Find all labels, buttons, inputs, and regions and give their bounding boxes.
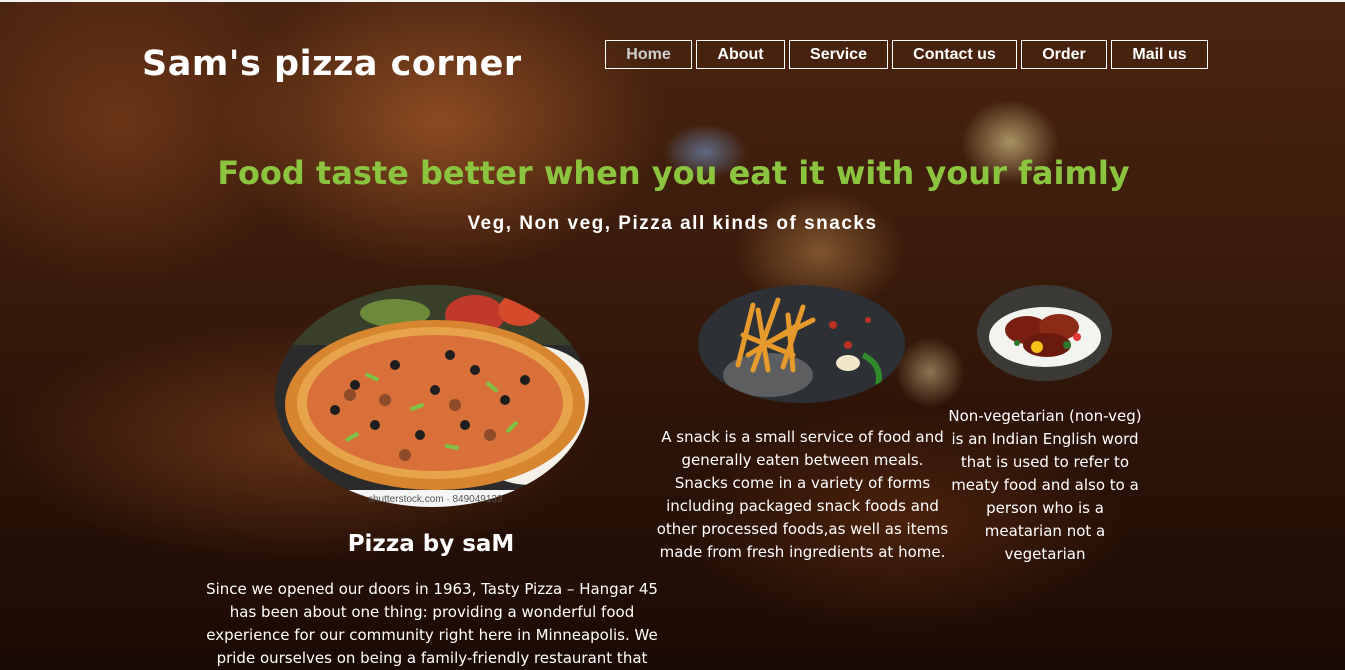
fries-image — [698, 285, 905, 403]
top-border — [0, 0, 1345, 2]
snack-card-text: A snack is a small service of food and g… — [656, 428, 949, 561]
chicken-image — [977, 285, 1112, 381]
nonveg-card-text: Non-vegetarian (non-veg) is an Indian En… — [948, 407, 1142, 563]
nav-service-link[interactable]: Service — [789, 40, 888, 69]
site-brand: Sam's pizza corner — [142, 44, 522, 84]
nav-mail-link[interactable]: Mail us — [1111, 40, 1208, 69]
nav-order-link[interactable]: Order — [1021, 40, 1107, 69]
nav-about-link[interactable]: About — [696, 40, 785, 69]
hero-headline: Food taste better when you eat it with y… — [217, 154, 1130, 192]
image-watermark: shutterstock.com · 849049133 — [368, 494, 503, 505]
pizza-card-title: Pizza by saM — [347, 531, 515, 557]
hero-subline: Veg, Non veg, Pizza all kinds of snacks — [467, 213, 878, 234]
nav-home-link[interactable]: Home — [605, 40, 692, 69]
pizza-card-text: Since we opened our doors in 1963, Tasty… — [206, 580, 658, 667]
pizza-image — [275, 285, 589, 507]
nav-contact-link[interactable]: Contact us — [892, 40, 1017, 69]
